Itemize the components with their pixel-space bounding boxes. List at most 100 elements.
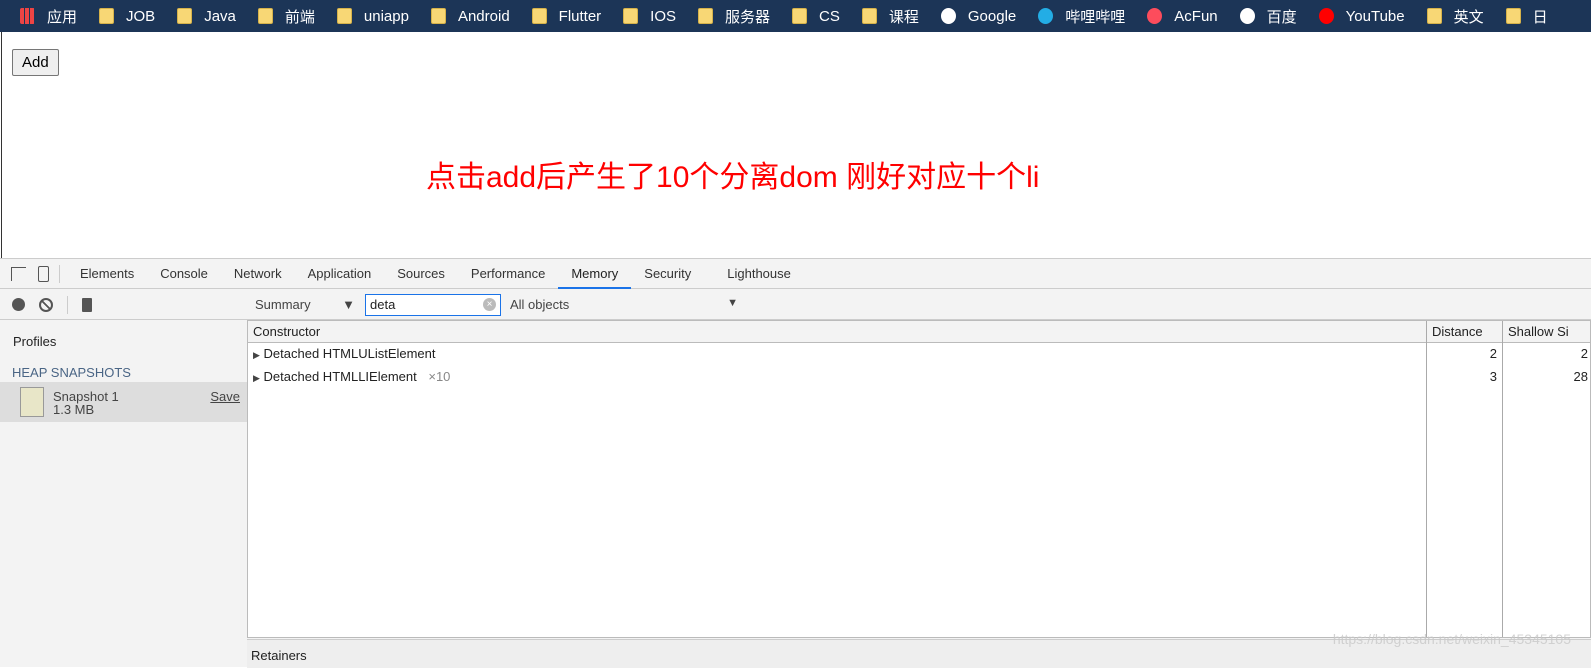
folder-icon (257, 8, 273, 24)
trash-icon[interactable] (82, 297, 92, 312)
bookmark-item[interactable]: 前端 (257, 6, 315, 27)
clear-icon[interactable] (39, 297, 53, 312)
inspect-element-icon[interactable] (11, 266, 26, 281)
bookmark-item[interactable]: 日 (1505, 6, 1548, 27)
profiles-toolbar (0, 290, 247, 320)
folder-icon (1505, 8, 1521, 24)
tab-security[interactable]: Security (631, 259, 704, 289)
distance-value: 2 (1489, 346, 1497, 361)
divider (59, 264, 60, 283)
objects-select-value: All objects (510, 297, 570, 312)
tab-network[interactable]: Network (221, 259, 295, 289)
heap-snapshots-heading: HEAP SNAPSHOTS (12, 365, 131, 380)
annotation-text: 点击add后产生了10个分离dom 刚好对应十个li (426, 161, 1040, 194)
instance-count: ×10 (428, 369, 451, 384)
bookmark-label: 百度 (1266, 8, 1297, 26)
column-distance[interactable]: Distance (1427, 321, 1488, 343)
profiles-title: Profiles (13, 334, 57, 349)
bookmark-item[interactable]: Google (940, 7, 1017, 25)
bookmark-label: CS (819, 7, 840, 25)
tab-memory[interactable]: Memory (558, 259, 632, 289)
heap-table: Constructor Distance Shallow Si ▶ Detach… (247, 320, 1591, 638)
device-toolbar-icon[interactable] (38, 265, 49, 282)
view-select[interactable]: Summary ▼ (255, 297, 355, 312)
expand-triangle-icon[interactable]: ▶ (253, 350, 260, 360)
bookmark-item[interactable]: 应用 (20, 6, 77, 27)
table-header: Constructor Distance Shallow Si (248, 321, 1590, 343)
folder-icon (792, 8, 808, 24)
table-row[interactable]: ▶ Detached HTMLLIElement ×10 3 28 (248, 366, 1590, 389)
dropdown-arrow-icon: ▼ (727, 297, 738, 309)
clear-input-icon[interactable]: × (483, 298, 496, 311)
column-constructor[interactable]: Constructor (248, 321, 325, 343)
folder-icon (1426, 8, 1442, 24)
tab-elements[interactable]: Elements (67, 259, 147, 289)
baidu-icon (1239, 8, 1255, 24)
column-shallow-size[interactable]: Shallow Si (1503, 321, 1574, 343)
folder-icon (99, 8, 115, 24)
snapshot-size: 1.3 MB (53, 402, 95, 417)
bookmark-label: Google (967, 7, 1017, 25)
folder-icon (698, 8, 714, 24)
bookmark-label: 课程 (888, 8, 919, 26)
folder-icon (430, 8, 446, 24)
constructor-name: Detached HTMLLIElement (263, 369, 417, 384)
add-button[interactable]: Add (12, 49, 59, 76)
divider (67, 295, 68, 314)
filter-bar: Summary ▼ deta × All objects ▼ (247, 290, 1591, 320)
bookmarks-bar: 应用 JOB Java 前端 uniapp Android Flutter IOS 服务器 CS 课… (0, 0, 1591, 32)
devtools-panel: Elements Console Network Application Sources… (0, 258, 1591, 668)
bookmark-item[interactable]: IOS (623, 8, 676, 25)
bookmark-label: JOB (126, 7, 156, 25)
apps-grid-icon (20, 8, 35, 24)
objects-select[interactable]: All objects ▼ (510, 297, 738, 312)
google-icon (940, 8, 956, 24)
tab-lighthouse[interactable]: Lighthouse (714, 259, 804, 289)
youtube-icon (1318, 8, 1334, 24)
bookmark-item[interactable]: YouTube (1318, 7, 1405, 25)
bookmark-item[interactable]: uniapp (336, 8, 409, 25)
bookmark-label: 前端 (284, 8, 315, 26)
tab-performance[interactable]: Performance (458, 259, 558, 289)
dropdown-arrow-icon: ▼ (342, 297, 355, 312)
watermark: https://blog.csdn.net/weixin_45345105 (1332, 631, 1571, 647)
tab-application[interactable]: Application (295, 259, 385, 289)
snapshot-item[interactable]: Snapshot 1 1.3 MB Save (0, 382, 247, 422)
bookmark-label: Java (204, 7, 236, 25)
bookmark-label: YouTube (1345, 7, 1405, 25)
tab-sources[interactable]: Sources (384, 259, 458, 289)
bookmark-item[interactable]: 哔哩哔哩 (1038, 6, 1125, 27)
bookmark-item[interactable]: 服务器 (698, 6, 770, 27)
shallow-size-value: 2 (1580, 346, 1588, 361)
table-row[interactable]: ▶ Detached HTMLUListElement 2 2 (248, 343, 1590, 366)
shallow-size-value: 28 (1573, 369, 1588, 384)
folder-icon (177, 8, 193, 24)
view-select-value: Summary (255, 297, 311, 312)
bookmark-label: Android (457, 7, 510, 25)
bookmark-item[interactable]: JOB (99, 8, 155, 25)
bilibili-icon (1038, 8, 1054, 24)
tab-console[interactable]: Console (147, 259, 221, 289)
bookmark-label: AcFun (1174, 7, 1218, 25)
bookmark-item[interactable]: CS (792, 8, 840, 25)
folder-icon (623, 8, 639, 24)
bookmark-item[interactable]: 英文 (1426, 6, 1484, 27)
record-icon[interactable] (12, 298, 25, 311)
bookmark-item[interactable]: AcFun (1147, 7, 1218, 25)
folder-icon (531, 8, 547, 24)
snapshot-icon (20, 387, 44, 417)
bookmark-item[interactable]: Android (430, 7, 510, 25)
save-link[interactable]: Save (210, 389, 240, 404)
acfun-icon (1147, 8, 1163, 24)
bookmark-label: 应用 (47, 8, 78, 26)
bookmark-item[interactable]: Flutter (531, 8, 601, 25)
bookmark-item[interactable]: 百度 (1239, 6, 1297, 27)
expand-triangle-icon[interactable]: ▶ (253, 373, 260, 383)
bookmark-item[interactable]: 课程 (861, 6, 919, 27)
constructor-name: Detached HTMLUListElement (263, 346, 436, 361)
class-filter-input[interactable]: deta × (365, 293, 501, 316)
folder-icon (861, 8, 877, 24)
bookmark-label: 英文 (1453, 8, 1484, 26)
bookmark-item[interactable]: Java (177, 8, 236, 25)
folder-icon (336, 8, 352, 24)
